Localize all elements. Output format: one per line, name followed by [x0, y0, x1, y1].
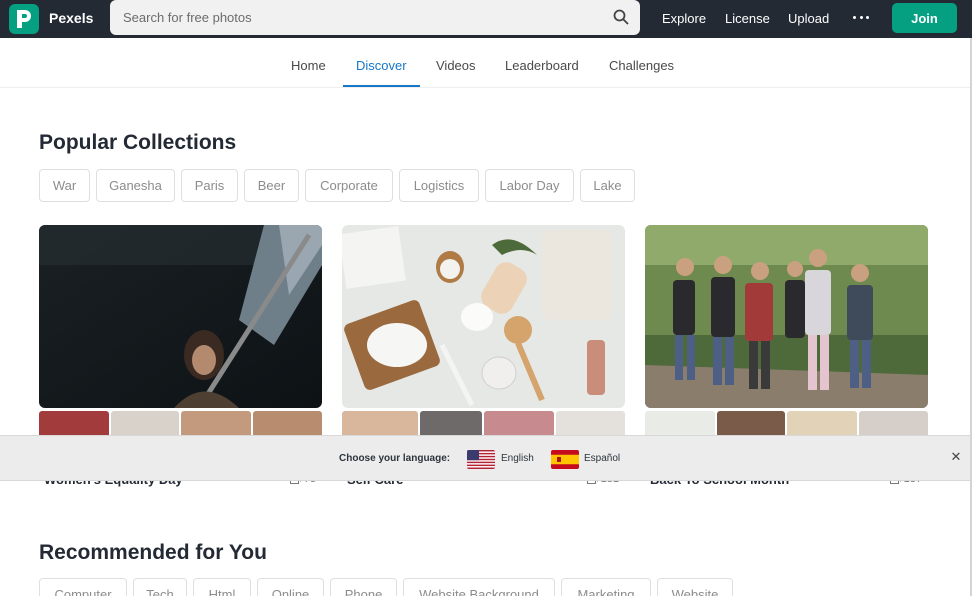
tag-chip[interactable]: Marketing [561, 578, 651, 596]
us-flag-icon[interactable] [467, 450, 495, 469]
top-bar: Pexels Search for free photos Explore Li… [0, 0, 972, 38]
tag-chip[interactable]: Lake [580, 169, 635, 202]
active-tab-indicator [343, 85, 420, 87]
language-option-english[interactable]: English [501, 453, 534, 464]
language-banner: Choose your language: English Español ✕ [0, 435, 970, 481]
tab-discover[interactable]: Discover [356, 58, 407, 73]
tab-videos[interactable]: Videos [436, 58, 476, 73]
collection-cover-image[interactable] [342, 225, 625, 408]
join-button[interactable]: Join [892, 3, 957, 33]
nav-upload[interactable]: Upload [788, 11, 829, 26]
section-tabs: Home Discover Videos Leaderboard Challen… [0, 38, 970, 88]
pexels-logo-icon[interactable] [9, 4, 39, 34]
tag-chip[interactable]: Html [193, 578, 251, 596]
collection-cover-image[interactable] [645, 225, 928, 408]
language-prompt: Choose your language: [339, 453, 451, 464]
close-icon[interactable]: ✕ [950, 450, 962, 463]
tag-chip[interactable]: Beer [244, 169, 299, 202]
tag-chip[interactable]: Corporate [305, 169, 393, 202]
popular-collections-heading: Popular Collections [39, 131, 237, 154]
search-icon[interactable] [613, 9, 629, 25]
tag-chip[interactable]: Tech [133, 578, 187, 596]
language-option-spanish[interactable]: Español [584, 453, 620, 464]
brand-name[interactable]: Pexels [49, 10, 93, 26]
nav-explore[interactable]: Explore [662, 11, 706, 26]
tag-chip[interactable]: Ganesha [96, 169, 175, 202]
search-input[interactable]: Search for free photos [110, 0, 640, 35]
nav-license[interactable]: License [725, 11, 770, 26]
tab-leaderboard[interactable]: Leaderboard [505, 58, 579, 73]
recommended-heading: Recommended for You [39, 541, 267, 564]
tag-chip[interactable]: Labor Day [485, 169, 574, 202]
tab-challenges[interactable]: Challenges [609, 58, 674, 73]
tab-home[interactable]: Home [291, 58, 326, 73]
search-placeholder: Search for free photos [123, 10, 252, 25]
tag-chip[interactable]: Paris [181, 169, 238, 202]
more-options-icon[interactable] [853, 16, 869, 20]
tag-chip[interactable]: Phone [330, 578, 397, 596]
tag-chip[interactable]: Online [257, 578, 324, 596]
tag-chip[interactable]: Website Background [403, 578, 555, 596]
tag-chip[interactable]: Logistics [399, 169, 479, 202]
tag-chip[interactable]: Website [657, 578, 733, 596]
tag-chip[interactable]: Computer [39, 578, 127, 596]
tag-chip[interactable]: War [39, 169, 90, 202]
spain-flag-icon[interactable] [551, 450, 579, 469]
collection-cover-image[interactable] [39, 225, 322, 408]
